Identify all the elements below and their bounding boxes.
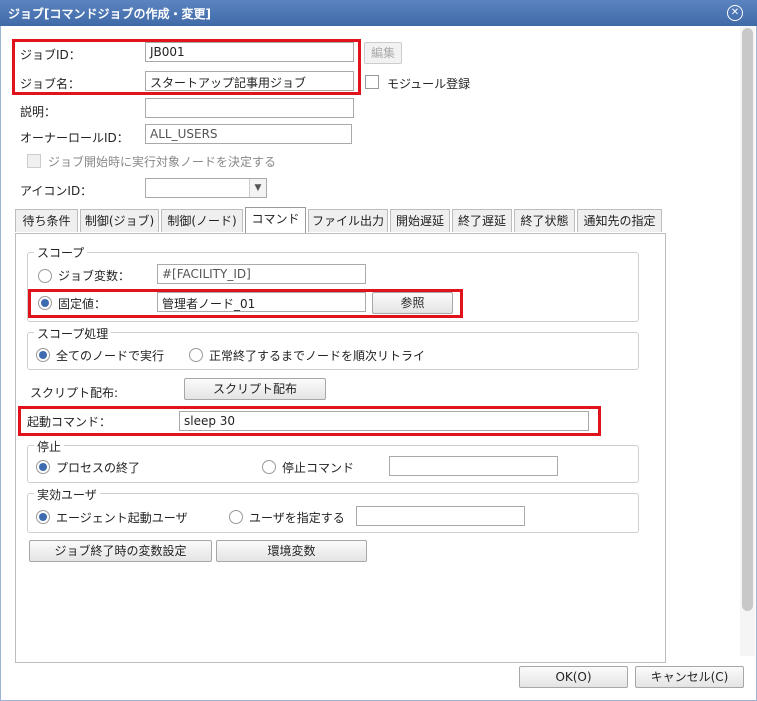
specify-user-label: ユーザを指定する bbox=[249, 511, 345, 525]
script-distribution-label: スクリプト配布: bbox=[30, 386, 119, 400]
tab-control-node[interactable]: 制御(ノード) bbox=[161, 209, 243, 232]
decide-node-label: ジョブ開始時に実行対象ノードを決定する bbox=[48, 155, 277, 169]
job-name-label: ジョブ名： bbox=[20, 77, 81, 91]
tab-notification[interactable]: 通知先の指定 bbox=[577, 209, 662, 232]
scope-legend: スコープ bbox=[34, 244, 88, 261]
tab-control-job[interactable]: 制御(ジョブ) bbox=[80, 209, 159, 232]
effective-user-legend: 実効ユーザ bbox=[34, 486, 100, 503]
env-var-button[interactable]: 環境変数 bbox=[216, 540, 367, 562]
script-distribution-button[interactable]: スクリプト配布 bbox=[184, 378, 326, 400]
job-var-field[interactable]: #[FACILITY_ID] bbox=[157, 264, 366, 284]
description-field[interactable] bbox=[145, 98, 354, 118]
edit-button[interactable]: 編集 bbox=[364, 42, 402, 64]
job-id-field[interactable]: JB001 bbox=[145, 42, 354, 62]
cancel-button[interactable]: キャンセル(C) bbox=[635, 666, 744, 688]
all-nodes-radio[interactable] bbox=[36, 348, 50, 362]
module-register-checkbox[interactable] bbox=[365, 75, 379, 89]
job-id-label: ジョブID： bbox=[20, 48, 81, 62]
retry-radio[interactable] bbox=[189, 348, 203, 362]
tab-wait-condition[interactable]: 待ち条件 bbox=[15, 209, 78, 232]
tab-command[interactable]: コマンド bbox=[245, 207, 306, 234]
close-icon[interactable]: ✕ bbox=[727, 5, 743, 21]
retry-label: 正常終了するまでノードを順次リトライ bbox=[209, 349, 426, 363]
stop-command-label: 停止コマンド bbox=[282, 461, 355, 475]
scrollbar-thumb[interactable] bbox=[742, 28, 753, 611]
job-var-radio[interactable] bbox=[38, 269, 52, 283]
description-label: 説明： bbox=[20, 105, 57, 119]
stop-command-radio[interactable] bbox=[262, 460, 276, 474]
tab-end-status[interactable]: 終了状態 bbox=[514, 209, 575, 232]
decide-node-checkbox[interactable] bbox=[27, 154, 41, 168]
window-titlebar: ジョブ[コマンドジョブの作成・変更] ✕ bbox=[0, 0, 757, 26]
process-end-radio[interactable] bbox=[36, 460, 50, 474]
fixed-value-field[interactable]: 管理者ノード_01 bbox=[157, 292, 366, 312]
owner-role-label: オーナーロールID： bbox=[20, 131, 129, 145]
scope-processing-legend: スコープ処理 bbox=[34, 325, 112, 342]
chevron-down-icon[interactable]: ▼ bbox=[249, 179, 266, 197]
owner-role-field[interactable]: ALL_USERS bbox=[145, 124, 352, 144]
agent-user-label: エージェント起動ユーザ bbox=[56, 511, 188, 525]
user-field[interactable] bbox=[356, 506, 525, 526]
window-title: ジョブ[コマンドジョブの作成・変更] bbox=[8, 7, 211, 21]
fixed-value-radio[interactable] bbox=[38, 296, 52, 310]
icon-id-label: アイコンID： bbox=[20, 184, 93, 198]
var-setting-button[interactable]: ジョブ終了時の変数設定 bbox=[29, 540, 212, 562]
command-label: 起動コマンド： bbox=[27, 415, 112, 429]
process-end-label: プロセスの終了 bbox=[56, 461, 141, 475]
tab-end-delay[interactable]: 終了遅延 bbox=[452, 209, 512, 232]
specify-user-radio[interactable] bbox=[229, 510, 243, 524]
fixed-value-label: 固定値： bbox=[58, 297, 107, 311]
job-name-field[interactable]: スタートアップ記事用ジョブ bbox=[145, 71, 354, 91]
module-register-label: モジュール登録 bbox=[387, 77, 471, 91]
agent-user-radio[interactable] bbox=[36, 510, 50, 524]
tab-file-output[interactable]: ファイル出力 bbox=[308, 209, 388, 232]
job-var-label: ジョブ変数： bbox=[58, 269, 131, 283]
stop-legend: 停止 bbox=[34, 438, 65, 455]
tab-start-delay[interactable]: 開始遅延 bbox=[390, 209, 450, 232]
browse-button[interactable]: 参照 bbox=[372, 292, 453, 314]
all-nodes-label: 全てのノードで実行 bbox=[56, 349, 165, 363]
ok-button[interactable]: OK(O) bbox=[519, 666, 628, 688]
command-field[interactable]: sleep 30 bbox=[179, 411, 589, 431]
stop-command-field[interactable] bbox=[389, 456, 558, 476]
vertical-scrollbar[interactable] bbox=[740, 26, 755, 656]
